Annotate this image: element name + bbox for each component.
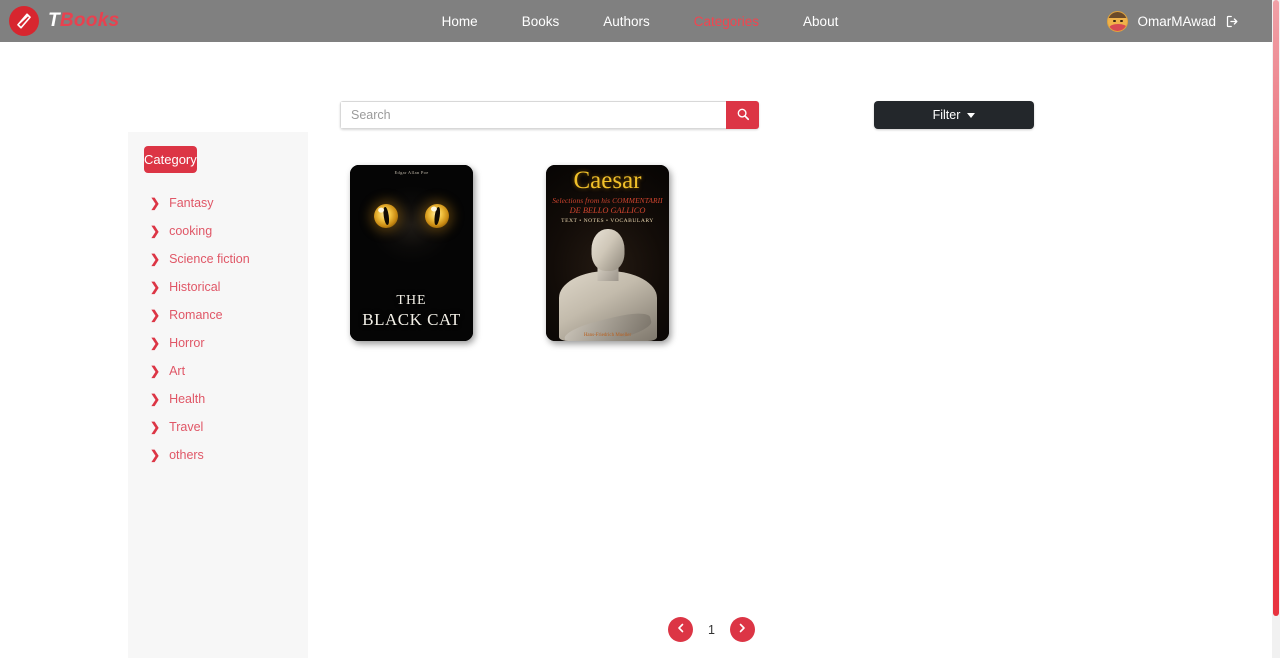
book-title-line2: BLACK CAT: [362, 310, 461, 330]
chevron-right-icon: ❯: [150, 448, 161, 462]
chevron-right-icon: ❯: [150, 336, 161, 350]
sidebar-item-label: Travel: [169, 420, 204, 434]
chevron-right-icon: ❯: [150, 420, 161, 434]
pagination: 1: [668, 617, 755, 642]
sidebar-item-label: Health: [169, 392, 206, 406]
pagination-current-page[interactable]: 1: [708, 623, 715, 637]
sidebar-item-science-fiction[interactable]: ❯ Science fiction: [128, 245, 308, 273]
book-subtitle-1: Selections from his COMMENTARII: [552, 196, 663, 205]
sidebar-item-label: Science fiction: [169, 252, 250, 266]
page-scrollbar[interactable]: [1272, 0, 1280, 658]
sidebar-item-horror[interactable]: ❯ Horror: [128, 329, 308, 357]
sidebar-item-travel[interactable]: ❯ Travel: [128, 413, 308, 441]
sidebar-item-cooking[interactable]: ❯ cooking: [128, 217, 308, 245]
chevron-right-icon: ❯: [150, 252, 161, 266]
nav-link-home[interactable]: Home: [420, 14, 500, 29]
sidebar-item-fantasy[interactable]: ❯ Fantasy: [128, 189, 308, 217]
book-subtitle-3: TEXT • NOTES • VOCABULARY: [561, 218, 654, 224]
sidebar-item-label: cooking: [169, 224, 213, 238]
nav-links: Home Books Authors Categories About: [0, 14, 1280, 29]
search-input[interactable]: [340, 101, 726, 129]
avatar: [1107, 10, 1129, 32]
caesar-bust-head: [591, 229, 624, 271]
book-cover-image: Edgar Allan Poe THE BLACK CAT: [350, 165, 473, 341]
chevron-right-icon: ❯: [150, 308, 161, 322]
search-bar: [340, 101, 759, 129]
sidebar-item-label: Fantasy: [169, 196, 214, 210]
user-area: OmarMAwad: [1107, 10, 1240, 32]
chevron-right-icon: ❯: [150, 364, 161, 378]
book-title: Caesar: [573, 167, 642, 194]
category-header-button[interactable]: Category: [144, 146, 197, 173]
category-list: ❯ Fantasy ❯ cooking ❯ Science fiction ❯ …: [128, 189, 308, 469]
chevron-right-icon: ❯: [150, 224, 161, 238]
book-title-line1: THE: [396, 293, 427, 309]
sidebar-item-label: others: [169, 448, 204, 462]
chevron-down-icon: [967, 112, 976, 118]
sidebar-item-label: Historical: [169, 280, 221, 294]
sidebar-item-art[interactable]: ❯ Art: [128, 357, 308, 385]
filter-dropdown-button[interactable]: Filter: [874, 101, 1034, 129]
sidebar-item-label: Art: [169, 364, 186, 378]
search-button[interactable]: [726, 101, 759, 129]
search-icon: [736, 107, 750, 124]
book-author-credit: Hans-Friedrich Mueller: [583, 333, 632, 338]
chevron-right-icon: [736, 622, 748, 637]
pagination-prev-button[interactable]: [668, 617, 693, 642]
nav-link-authors[interactable]: Authors: [581, 14, 672, 29]
book-card-caesar[interactable]: Caesar Selections from his COMMENTARII D…: [546, 165, 669, 341]
chevron-right-icon: ❯: [150, 280, 161, 294]
chevron-left-icon: [675, 622, 687, 637]
caesar-bust-body: [558, 271, 657, 341]
cat-eye-left-icon: [372, 202, 400, 230]
sidebar-item-historical[interactable]: ❯ Historical: [128, 273, 308, 301]
chevron-right-icon: ❯: [150, 392, 161, 406]
sidebar-item-label: Romance: [169, 308, 223, 322]
user-name: OmarMAwad: [1137, 13, 1216, 29]
book-author-credit: Edgar Allan Poe: [394, 170, 429, 175]
book-card-black-cat[interactable]: Edgar Allan Poe THE BLACK CAT: [350, 165, 473, 341]
nav-link-about[interactable]: About: [781, 14, 860, 29]
sidebar-item-health[interactable]: ❯ Health: [128, 385, 308, 413]
sidebar-item-romance[interactable]: ❯ Romance: [128, 301, 308, 329]
pagination-next-button[interactable]: [729, 617, 755, 642]
book-title: THE BLACK CAT: [350, 294, 473, 329]
cat-eye-right-icon: [423, 202, 451, 230]
sidebar-item-label: Horror: [169, 336, 205, 350]
category-sidebar: Category ❯ Fantasy ❯ cooking ❯ Science f…: [128, 132, 308, 658]
logout-icon[interactable]: [1225, 14, 1240, 29]
nav-link-categories[interactable]: Categories: [672, 14, 781, 29]
scrollbar-thumb[interactable]: [1273, 0, 1279, 616]
chevron-right-icon: ❯: [150, 196, 161, 210]
books-grid: Edgar Allan Poe THE BLACK CAT Caesar Sel…: [350, 165, 669, 341]
book-cover-image: Caesar Selections from his COMMENTARII D…: [546, 165, 669, 341]
filter-label: Filter: [932, 108, 961, 122]
nav-link-books[interactable]: Books: [500, 14, 582, 29]
sidebar-item-others[interactable]: ❯ others: [128, 441, 308, 469]
book-subtitle-2: DE BELLO GALLICO: [569, 206, 646, 215]
top-navbar: TBooks Home Books Authors Categories Abo…: [0, 0, 1280, 42]
